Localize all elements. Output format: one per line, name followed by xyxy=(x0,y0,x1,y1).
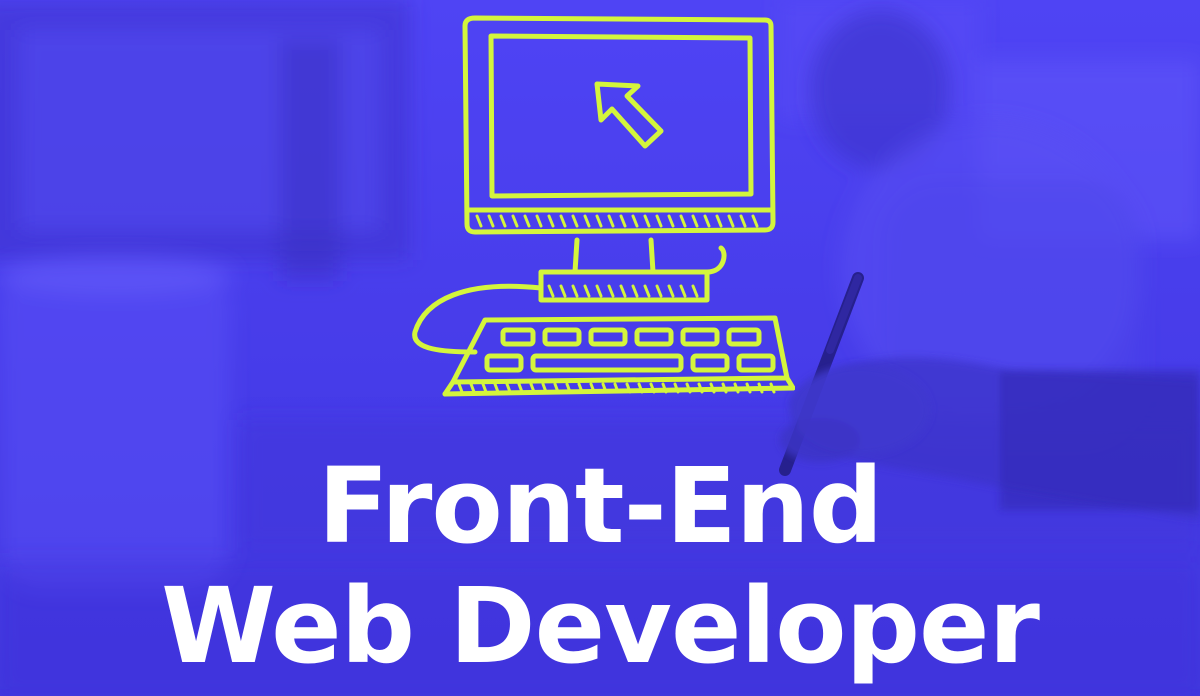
monitor-frame xyxy=(462,15,776,235)
title-line-2: Web Developer xyxy=(161,565,1040,687)
hero-banner: Front-End Web Developer xyxy=(0,0,1200,696)
title-line-1: Front-End xyxy=(317,445,884,567)
computer-illustration xyxy=(412,15,795,397)
monitor-stand xyxy=(572,237,656,275)
cursor-arrow-icon xyxy=(594,81,664,149)
